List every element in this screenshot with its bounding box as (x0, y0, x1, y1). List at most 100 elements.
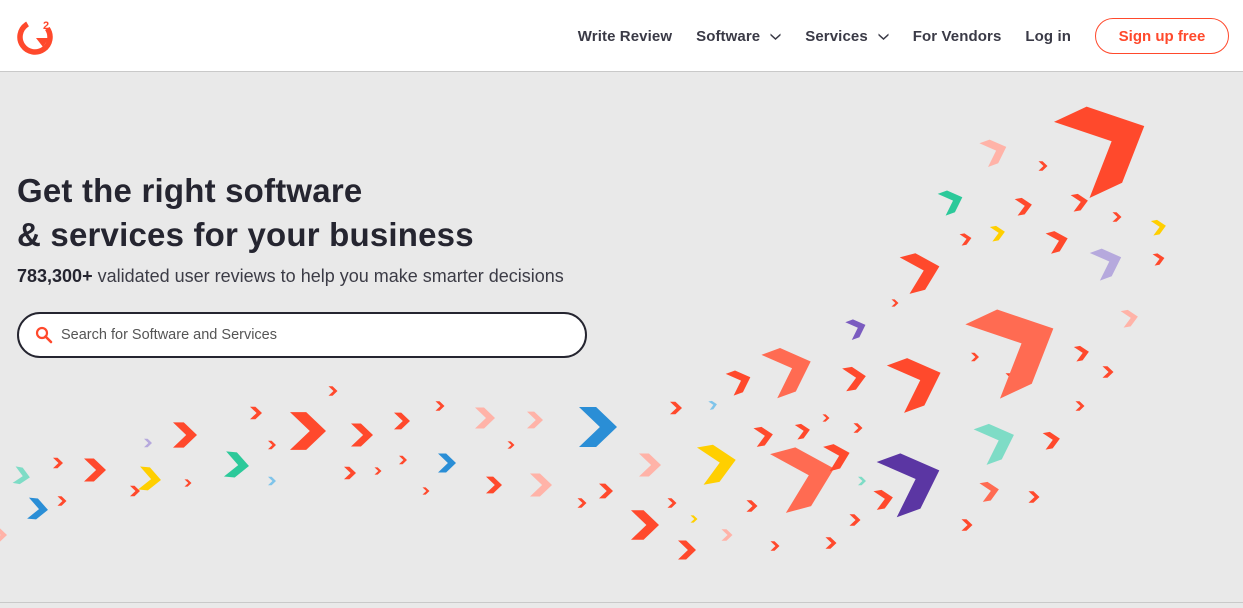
decorative-chevron (1038, 161, 1048, 171)
decorative-chevron (144, 438, 152, 448)
decorative-chevron (961, 519, 973, 531)
nav-login[interactable]: Log in (1025, 28, 1071, 45)
hero-title-line-1: Get the right software (17, 172, 363, 209)
decorative-chevron (1152, 253, 1165, 266)
decorative-chevron (979, 139, 1007, 167)
hero-subtitle: 783,300+ validated user reviews to help … (17, 266, 564, 287)
decorative-chevron (849, 514, 861, 526)
decorative-chevron (696, 444, 736, 485)
decorative-chevron (670, 401, 682, 415)
decorative-chevron (708, 400, 717, 410)
decorative-chevron (1150, 219, 1166, 236)
decorative-chevron (399, 455, 407, 465)
decorative-chevron (1042, 431, 1060, 450)
decorative-chevron (639, 453, 661, 477)
decorative-chevron (959, 233, 972, 246)
hero-title-line-2: & services for your business (17, 216, 474, 253)
decorative-chevron (130, 485, 140, 497)
decorative-chevron (53, 457, 63, 469)
decorative-chevron (435, 401, 445, 411)
decorative-chevron (842, 366, 866, 392)
decorative-chevron (57, 496, 67, 506)
decorative-chevron (753, 426, 773, 447)
nav-services-label: Services (805, 27, 868, 45)
decorative-chevron (12, 466, 30, 485)
decorative-chevron (973, 423, 1014, 465)
decorative-chevron (422, 487, 430, 495)
chevron-down-icon (878, 33, 889, 40)
decorative-chevron (631, 510, 659, 540)
decorative-chevron (223, 451, 249, 478)
decorative-chevron (873, 489, 893, 510)
decorative-chevron (290, 412, 326, 450)
decorative-chevron (770, 541, 780, 551)
g2-logo[interactable]: 2 (16, 17, 54, 55)
nav-services-menu[interactable]: Services (805, 28, 889, 45)
nav-write-review-label: Write Review (577, 27, 673, 45)
decorative-chevron (886, 358, 941, 413)
hero-subtitle-text: validated user reviews to help you make … (97, 266, 564, 286)
decorative-chevron (899, 253, 940, 294)
decorative-chevron (1045, 231, 1068, 254)
decorative-chevron (344, 466, 356, 480)
decorative-chevron (1075, 401, 1085, 411)
decorative-chevron (858, 476, 866, 486)
hero-title: Get the right software & services for yo… (17, 169, 474, 257)
decorative-chevron (845, 319, 866, 340)
signup-button[interactable]: Sign up free (1095, 18, 1229, 54)
decorative-chevron (438, 453, 456, 473)
search-input[interactable] (59, 326, 543, 344)
decorative-chevron (268, 476, 276, 486)
decorative-chevron (530, 473, 552, 497)
decorative-chevron (577, 498, 587, 508)
decorative-chevron (351, 423, 373, 447)
decorative-chevron (173, 422, 197, 448)
decorative-chevron (1120, 309, 1138, 328)
decorative-chevron (486, 476, 502, 494)
decorative-chevron (527, 411, 543, 429)
decorative-chevron (374, 467, 382, 475)
decorative-chevron (579, 407, 617, 447)
nav-for-vendors[interactable]: For Vendors (913, 28, 1002, 45)
decorative-chevron (971, 352, 979, 362)
decorative-chevron (690, 515, 698, 523)
nav-software-label: Software (696, 27, 761, 45)
top-navigation-bar: 2 Write Review Software Services For Ven… (0, 0, 1243, 72)
review-count: 783,300+ (17, 266, 93, 286)
decorative-chevron (667, 498, 677, 508)
nav-software-menu[interactable]: Software (696, 28, 781, 45)
decorative-chevron (250, 406, 262, 420)
decorative-chevron (394, 412, 410, 430)
decorative-chevron (822, 414, 830, 422)
decorative-chevron (0, 528, 7, 542)
decorative-chevron (979, 481, 999, 502)
decorative-chevron (937, 190, 963, 216)
decorative-chevron (475, 407, 495, 429)
search-bar[interactable] (17, 312, 587, 358)
nav-login-label: Log in (1025, 27, 1071, 45)
decorative-chevron (989, 225, 1005, 242)
decorative-chevron (876, 453, 940, 518)
decorative-chevron (1073, 345, 1089, 362)
decorative-chevron (1028, 491, 1040, 503)
section-divider (0, 602, 1243, 603)
signup-button-label: Sign up free (1118, 27, 1206, 45)
decorative-chevron (328, 386, 338, 396)
decorative-chevron (725, 370, 751, 396)
decorative-chevron (761, 348, 811, 399)
decorative-chevron (268, 440, 276, 450)
decorative-chevron (1102, 366, 1114, 378)
decorative-chevron (891, 299, 899, 307)
decorative-chevron (794, 423, 810, 440)
decorative-chevron (599, 483, 613, 499)
decorative-chevron (27, 497, 48, 520)
nav-write-review[interactable]: Write Review (578, 28, 672, 45)
decorative-chevron (825, 537, 837, 549)
decorative-chevron (1089, 248, 1122, 281)
nav-for-vendors-label: For Vendors (912, 27, 1002, 45)
decorative-chevron (184, 479, 192, 487)
svg-text:2: 2 (43, 20, 49, 32)
decorative-chevron (1070, 193, 1088, 212)
decorative-chevron (1053, 106, 1145, 198)
decorative-chevron (746, 500, 758, 512)
